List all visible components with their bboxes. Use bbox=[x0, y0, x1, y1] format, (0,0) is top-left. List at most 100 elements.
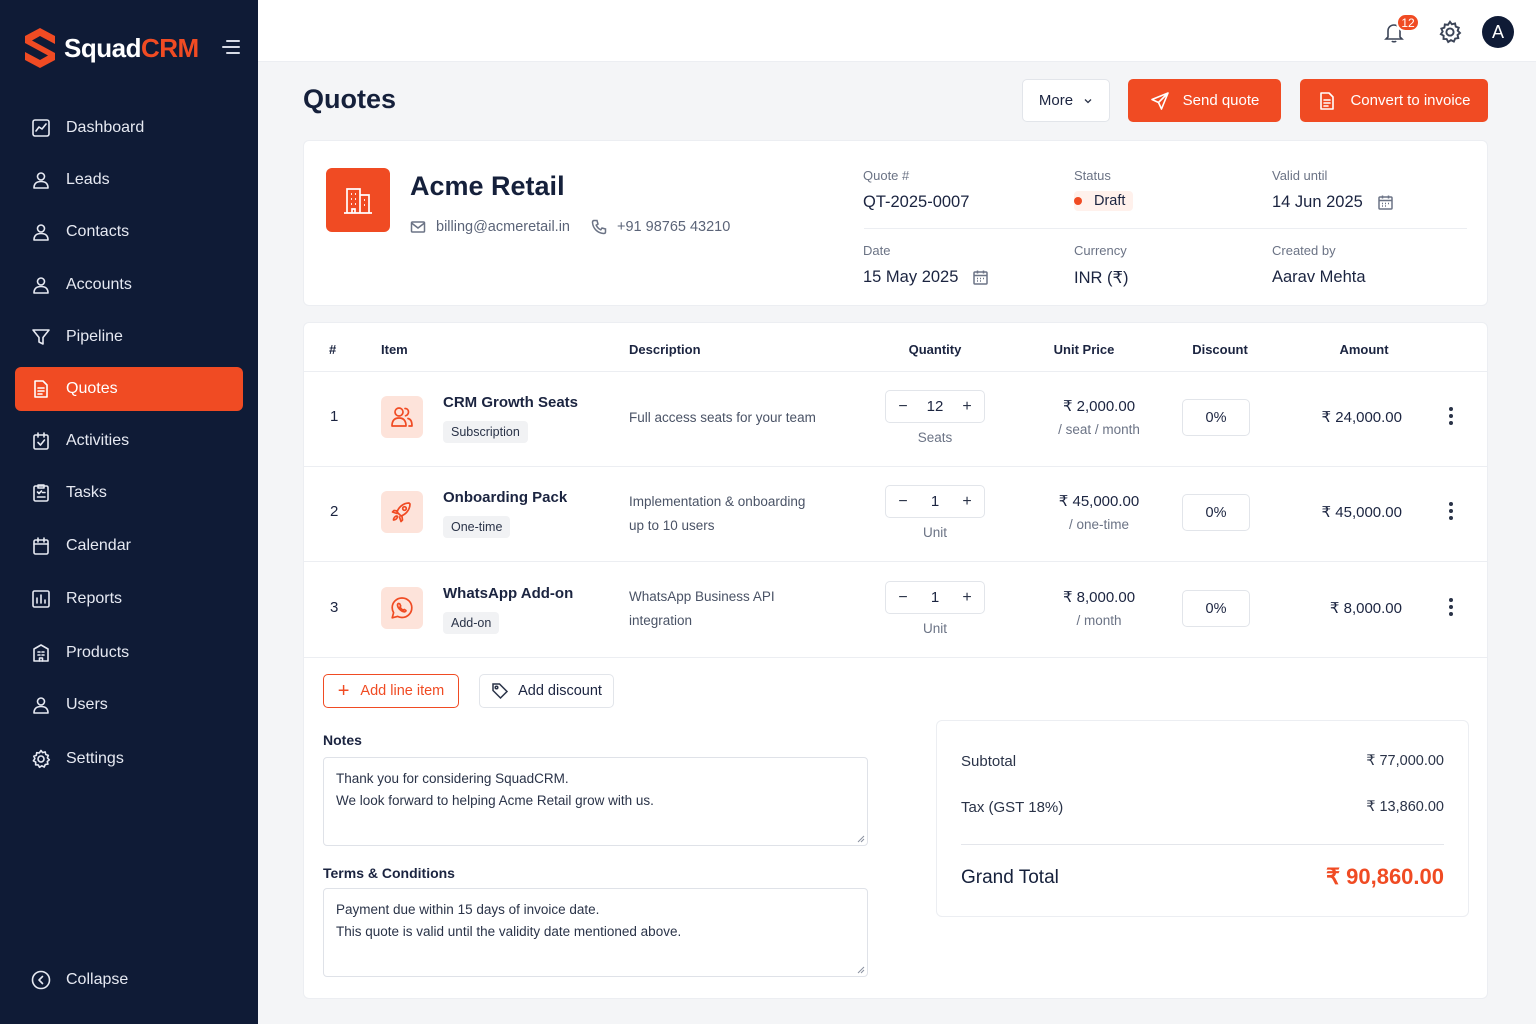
sidebar-item-label: Pipeline bbox=[66, 328, 123, 345]
decrement-button[interactable]: − bbox=[896, 398, 910, 416]
sidebar-item-settings[interactable]: Settings bbox=[15, 737, 243, 781]
increment-button[interactable]: + bbox=[960, 398, 974, 416]
price-period: / month bbox=[1076, 613, 1122, 628]
brand-name: SquadCRM bbox=[64, 32, 199, 63]
send-icon bbox=[1150, 91, 1169, 110]
column-header-item: Item bbox=[381, 342, 408, 357]
notes-textarea[interactable]: Thank you for considering SquadCRM. We l… bbox=[323, 757, 868, 846]
add-discount-button[interactable]: Add discount bbox=[479, 674, 614, 708]
gear-icon[interactable] bbox=[1438, 20, 1462, 44]
table-row: 3 WhatsApp Add-on Add-on WhatsApp Busine… bbox=[304, 563, 1487, 658]
notes-label: Notes bbox=[323, 732, 362, 748]
sidebar-item-contacts[interactable]: Contacts bbox=[15, 210, 243, 254]
document-icon bbox=[1320, 91, 1335, 110]
item-description[interactable]: Full access seats for your team bbox=[629, 406, 816, 430]
sidebar-item-activities[interactable]: Activities bbox=[15, 419, 243, 463]
decrement-button[interactable]: − bbox=[896, 589, 910, 607]
sidebar-item-label: Activities bbox=[66, 432, 130, 449]
tax-value: ₹ 13,860.00 bbox=[1366, 799, 1444, 815]
discount-input[interactable]: 0% bbox=[1182, 590, 1250, 627]
sidebar-item-reports[interactable]: Reports bbox=[15, 577, 243, 621]
more-options-icon[interactable] bbox=[1444, 595, 1458, 619]
more-options-icon[interactable] bbox=[1444, 499, 1458, 523]
column-header-num: # bbox=[329, 342, 337, 357]
company-email[interactable]: billing@acmeretail.in bbox=[410, 219, 570, 235]
unit-price[interactable]: ₹ 2,000.00 bbox=[1034, 397, 1164, 415]
date-value[interactable]: 15 May 2025 bbox=[863, 268, 989, 287]
clipboard-icon bbox=[31, 483, 51, 503]
status-field: Status Draft bbox=[1074, 168, 1134, 211]
row-amount: ₹ 45,000.00 bbox=[1321, 504, 1402, 521]
price-period: / seat / month bbox=[1058, 422, 1140, 437]
building-icon bbox=[326, 168, 390, 232]
sidebar-item-dashboard[interactable]: Dashboard bbox=[15, 106, 243, 150]
user-icon bbox=[31, 222, 51, 242]
increment-button[interactable]: + bbox=[960, 493, 974, 511]
sidebar-item-calendar[interactable]: Calendar bbox=[15, 524, 243, 568]
avatar[interactable]: A bbox=[1482, 16, 1514, 48]
valid-until-value[interactable]: 14 Jun 2025 bbox=[1272, 193, 1394, 212]
more-button[interactable]: More bbox=[1022, 79, 1110, 122]
item-name: Onboarding Pack bbox=[443, 489, 568, 506]
discount-input[interactable]: 0% bbox=[1182, 494, 1250, 531]
company-phone[interactable]: +91 98765 43210 bbox=[591, 219, 730, 235]
unit-price[interactable]: ₹ 8,000.00 bbox=[1034, 588, 1164, 606]
sidebar-item-products[interactable]: Products bbox=[15, 631, 243, 675]
status-label: Status bbox=[1074, 168, 1111, 183]
status-badge[interactable]: Draft bbox=[1074, 191, 1134, 211]
user-icon bbox=[31, 275, 51, 295]
document-icon bbox=[31, 379, 51, 399]
quote-number-value: QT-2025-0007 bbox=[863, 193, 970, 211]
column-header-description: Description bbox=[629, 342, 701, 357]
item-description[interactable]: Implementation & onboarding up to 10 user… bbox=[629, 490, 805, 538]
calendar-icon bbox=[1378, 195, 1393, 210]
quantity-value[interactable]: 12 bbox=[927, 398, 944, 415]
calendar-icon bbox=[31, 536, 51, 556]
quantity-value[interactable]: 1 bbox=[931, 493, 939, 510]
resize-grip-icon[interactable] bbox=[856, 834, 865, 843]
decrement-button[interactable]: − bbox=[896, 493, 910, 511]
quantity-value[interactable]: 1 bbox=[931, 589, 939, 606]
funnel-icon bbox=[31, 327, 51, 347]
menu-toggle-icon[interactable] bbox=[222, 40, 242, 58]
currency-value[interactable]: INR (₹) bbox=[1074, 268, 1129, 288]
quantity-stepper: − 1 + bbox=[885, 485, 985, 518]
sidebar-item-pipeline[interactable]: Pipeline bbox=[15, 315, 243, 359]
tax-label: Tax (GST 18%) bbox=[961, 799, 1064, 816]
subtotal-value: ₹ 77,000.00 bbox=[1366, 753, 1444, 769]
rocket-icon bbox=[381, 491, 423, 533]
item-tag: One-time bbox=[443, 516, 511, 538]
item-description[interactable]: WhatsApp Business API integration bbox=[629, 585, 775, 633]
top-bar: 12 A bbox=[258, 0, 1536, 62]
price-period: / one-time bbox=[1068, 517, 1130, 532]
more-label: More bbox=[1038, 92, 1074, 109]
item-tag: Subscription bbox=[443, 421, 528, 443]
sidebar-item-tasks[interactable]: Tasks bbox=[15, 471, 243, 515]
table-row: 1 CRM Growth Seats Subscription Full acc… bbox=[304, 372, 1487, 467]
resize-grip-icon[interactable] bbox=[856, 965, 865, 974]
subtotal-label: Subtotal bbox=[961, 753, 1017, 770]
increment-button[interactable]: + bbox=[960, 589, 974, 607]
sidebar-item-accounts[interactable]: Accounts bbox=[15, 263, 243, 307]
sidebar-item-leads[interactable]: Leads bbox=[15, 158, 243, 202]
page-title: Quotes bbox=[303, 84, 397, 114]
sidebar-item-label: Dashboard bbox=[66, 119, 145, 136]
created-by-field: Created by Aarav Mehta bbox=[1272, 243, 1366, 287]
discount-input[interactable]: 0% bbox=[1182, 399, 1250, 436]
terms-textarea[interactable]: Payment due within 15 days of invoice da… bbox=[323, 888, 868, 977]
column-header-quantity: Quantity bbox=[908, 342, 962, 357]
sidebar-item-quotes[interactable]: Quotes bbox=[15, 367, 243, 411]
sidebar-item-users[interactable]: Users bbox=[15, 683, 243, 727]
collapse-button[interactable]: Collapse bbox=[15, 958, 243, 1002]
convert-to-invoice-button[interactable]: Convert to invoice bbox=[1300, 79, 1488, 122]
add-line-item-button[interactable]: + Add line item bbox=[323, 674, 459, 708]
unit-label: Seats bbox=[917, 430, 953, 445]
more-options-icon[interactable] bbox=[1444, 404, 1458, 428]
send-quote-button[interactable]: Send quote bbox=[1128, 79, 1281, 122]
unit-label: Unit bbox=[922, 621, 947, 636]
unit-price[interactable]: ₹ 45,000.00 bbox=[1034, 492, 1164, 510]
quote-number-label: Quote # bbox=[863, 168, 910, 183]
valid-until-field: Valid until 14 Jun 2025 bbox=[1272, 168, 1394, 212]
brand-logo[interactable]: SquadCRM bbox=[22, 26, 199, 70]
bar-chart-icon bbox=[31, 589, 51, 609]
